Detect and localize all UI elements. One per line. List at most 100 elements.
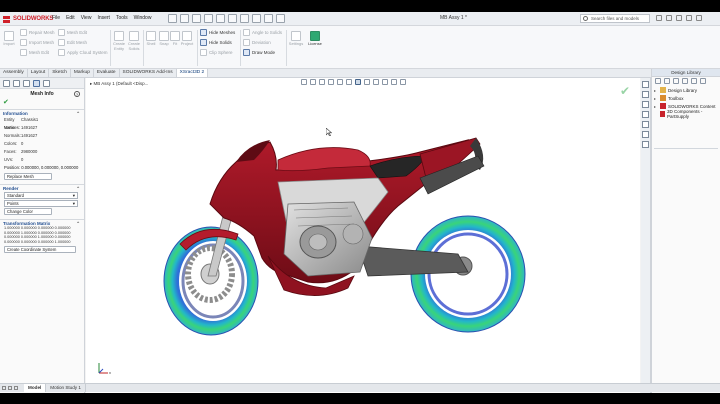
motorcycle-model[interactable] <box>158 126 548 356</box>
expand-icon[interactable]: ▸ <box>654 104 658 109</box>
view-settings-icon[interactable] <box>391 79 397 85</box>
confirmation-corner-check-icon[interactable]: ✔ <box>620 84 630 98</box>
zoom-to-fit-icon[interactable] <box>301 79 307 85</box>
apply-cloud-system-button[interactable]: Apply Cloud System <box>58 49 108 56</box>
file-explorer-icon[interactable] <box>642 101 649 108</box>
transformation-header[interactable]: Transformation Matrix ⌃ <box>0 219 84 226</box>
help-icon[interactable]: ? <box>74 91 80 97</box>
hide-show-icon[interactable] <box>364 79 370 85</box>
library-item[interactable]: ▸ Design Library <box>652 86 720 94</box>
menu-view[interactable]: View <box>81 15 92 21</box>
tab-assembly[interactable]: Assembly <box>0 69 28 77</box>
section-view-icon[interactable] <box>328 79 334 85</box>
create-solids-button[interactable]: Create Solids <box>127 31 141 51</box>
repair-mesh-button[interactable]: Repair Mesh <box>20 29 55 36</box>
draw-mode-button[interactable]: Draw Mode <box>243 49 275 56</box>
select-icon[interactable] <box>252 14 261 23</box>
tab-motion-study[interactable]: Motion Study 1 <box>46 384 86 392</box>
clip-sphere-button[interactable]: Clip Sphere <box>200 49 233 56</box>
hide-meshes-button[interactable]: Hide Meshes <box>200 29 235 36</box>
collapse-icon[interactable]: ⌃ <box>76 220 80 227</box>
expand-icon[interactable]: ▸ <box>654 96 658 101</box>
settings-button[interactable]: Settings <box>289 31 303 47</box>
options-icon[interactable] <box>276 14 285 23</box>
create-entity-button[interactable]: Create Entity <box>112 31 126 51</box>
configuration-icon[interactable] <box>23 80 30 87</box>
menu-insert[interactable]: Insert <box>97 15 110 21</box>
add-location-icon[interactable] <box>673 78 679 84</box>
tab-layout[interactable]: Layout <box>28 69 50 77</box>
collapse-icon[interactable]: ⌃ <box>76 185 80 192</box>
create-folder-icon[interactable] <box>682 78 688 84</box>
graphics-area[interactable]: ▸ MB Assy 1 (Default <Disp... ✔ x <box>86 78 640 393</box>
import-mesh-button[interactable]: Import Mesh <box>20 39 54 46</box>
custom-properties-icon[interactable] <box>642 131 649 138</box>
render-mode-select[interactable]: Standard <box>4 192 78 199</box>
tab-xsract3d[interactable]: XSract3D 2 <box>176 69 209 77</box>
resources-icon[interactable] <box>642 81 649 88</box>
dynamic-annotation-icon[interactable] <box>337 79 343 85</box>
angle-to-solids-button[interactable]: Angle to Solids <box>243 29 282 36</box>
tab-sketch[interactable]: Sketch <box>49 69 71 77</box>
information-header[interactable]: Information ⌃ <box>0 109 84 116</box>
back-icon[interactable] <box>655 78 661 84</box>
zoom-area-icon[interactable] <box>310 79 316 85</box>
upload-icon[interactable] <box>700 78 706 84</box>
new-icon[interactable] <box>180 14 189 23</box>
tab-addins[interactable]: SOLIDWORKS Add-Ins <box>120 69 177 77</box>
menu-file[interactable]: File <box>52 15 60 21</box>
forum-icon[interactable] <box>642 141 649 148</box>
points-select[interactable]: Points <box>4 200 78 207</box>
undo-icon[interactable] <box>228 14 237 23</box>
home-icon[interactable] <box>168 14 177 23</box>
tab-evaluate[interactable]: Evaluate <box>94 69 120 77</box>
edit-appearance-icon[interactable] <box>373 79 379 85</box>
make-mesh-button[interactable]: Mesh Edit <box>58 29 87 36</box>
project-button[interactable]: Project <box>180 31 194 47</box>
save-icon[interactable] <box>204 14 213 23</box>
menu-tools[interactable]: Tools <box>116 15 128 21</box>
pane-divider[interactable] <box>654 148 718 149</box>
menu-window[interactable]: Window <box>134 15 152 21</box>
restore-icon[interactable] <box>686 15 692 21</box>
rebuild-icon[interactable] <box>264 14 273 23</box>
library-item[interactable]: ▸ Toolbox <box>652 94 720 102</box>
display-manager-icon[interactable] <box>43 80 50 87</box>
change-color-button[interactable]: Change Color <box>4 208 52 215</box>
hide-solids-button[interactable]: Hide Solids <box>200 39 232 46</box>
forward-icon[interactable] <box>664 78 670 84</box>
create-coordinate-system-button[interactable]: Create Coordinate System <box>4 246 76 253</box>
help-icon[interactable] <box>656 15 662 21</box>
shell-button[interactable]: Shell <box>144 31 158 47</box>
first-tab-icon[interactable] <box>2 385 6 390</box>
refresh-icon[interactable] <box>691 78 697 84</box>
render-header[interactable]: Render ⌃ <box>0 184 84 191</box>
previous-view-icon[interactable] <box>319 79 325 85</box>
dimxpert-icon[interactable] <box>33 80 40 87</box>
view-orientation-icon[interactable] <box>346 79 352 85</box>
ok-check-icon[interactable]: ✔ <box>3 99 9 106</box>
display-style-icon[interactable] <box>355 79 361 85</box>
appearances-icon[interactable] <box>642 121 649 128</box>
design-library-icon[interactable] <box>642 91 649 98</box>
expand-icon[interactable]: ▸ <box>654 88 658 93</box>
tab-markup[interactable]: Markup <box>71 69 94 77</box>
view-palette-icon[interactable] <box>642 111 649 118</box>
search-input[interactable]: Search files and models <box>580 14 650 23</box>
print-icon[interactable] <box>216 14 225 23</box>
deviation-button[interactable]: Deviation <box>243 39 271 46</box>
scene-icon[interactable] <box>382 79 388 85</box>
monitor-icon[interactable] <box>400 79 406 85</box>
edit-mesh-button[interactable]: Edit Mesh <box>58 39 87 46</box>
prev-tab-icon[interactable] <box>8 385 12 390</box>
feature-tree-icon[interactable] <box>3 80 10 87</box>
next-tab-icon[interactable] <box>14 385 18 390</box>
tab-model[interactable]: Model <box>24 384 47 392</box>
license-button[interactable]: License <box>308 31 322 47</box>
feature-tree-flyout[interactable]: ▸ MB Assy 1 (Default <Disp... <box>90 81 148 87</box>
replace-mesh-button[interactable]: Replace Mesh <box>4 173 52 180</box>
mesh-edit-button[interactable]: Mesh Edit <box>20 49 49 56</box>
solidworks-logo[interactable]: SOLIDWORKS <box>2 14 53 24</box>
minimize-icon[interactable] <box>676 15 682 21</box>
open-icon[interactable] <box>192 14 201 23</box>
